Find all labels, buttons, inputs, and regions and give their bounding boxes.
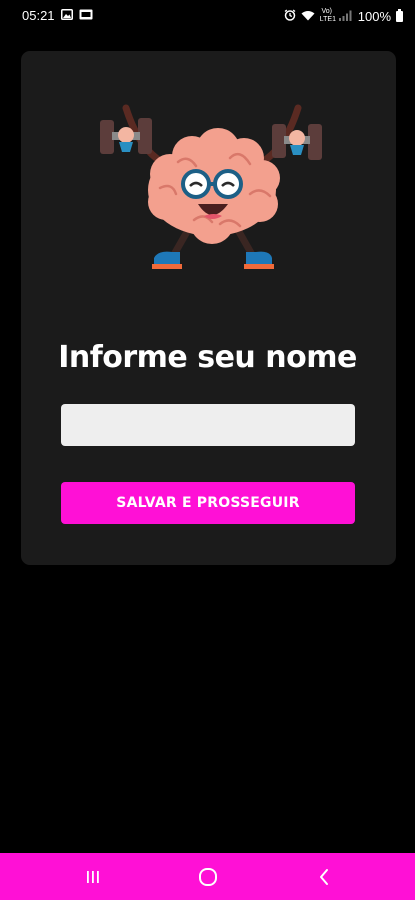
sim-icon: [79, 8, 93, 23]
status-right: Vo) LTE1 100%: [284, 8, 403, 24]
save-and-continue-button[interactable]: SALVAR E PROSSEGUIR: [61, 482, 355, 524]
status-bar: 05:21 Vo) LTE1 100%: [0, 0, 415, 32]
battery-icon: [396, 8, 403, 22]
left-dumbbell: [100, 118, 152, 154]
battery-percent: 100%: [357, 8, 391, 24]
right-dumbbell: [272, 124, 322, 160]
home-icon[interactable]: [193, 865, 223, 889]
alarm-icon: [284, 9, 296, 24]
signal-icon: [338, 9, 353, 24]
recent-apps-icon[interactable]: [78, 865, 108, 889]
screen: 05:21 Vo) LTE1 100% Informe seu nome SAL…: [0, 0, 415, 900]
navigation-bar: [0, 853, 415, 900]
page-title: Informe seu nome: [58, 340, 357, 375]
wifi-icon: [301, 9, 315, 24]
image-icon: [60, 8, 73, 23]
clock: 05:21: [22, 8, 55, 23]
volte-indicator: Vo) LTE1: [319, 8, 336, 23]
status-left: 05:21: [22, 8, 93, 23]
brain-mascot-illustration: [100, 104, 322, 269]
back-icon[interactable]: [309, 865, 339, 889]
name-input[interactable]: [61, 404, 355, 446]
